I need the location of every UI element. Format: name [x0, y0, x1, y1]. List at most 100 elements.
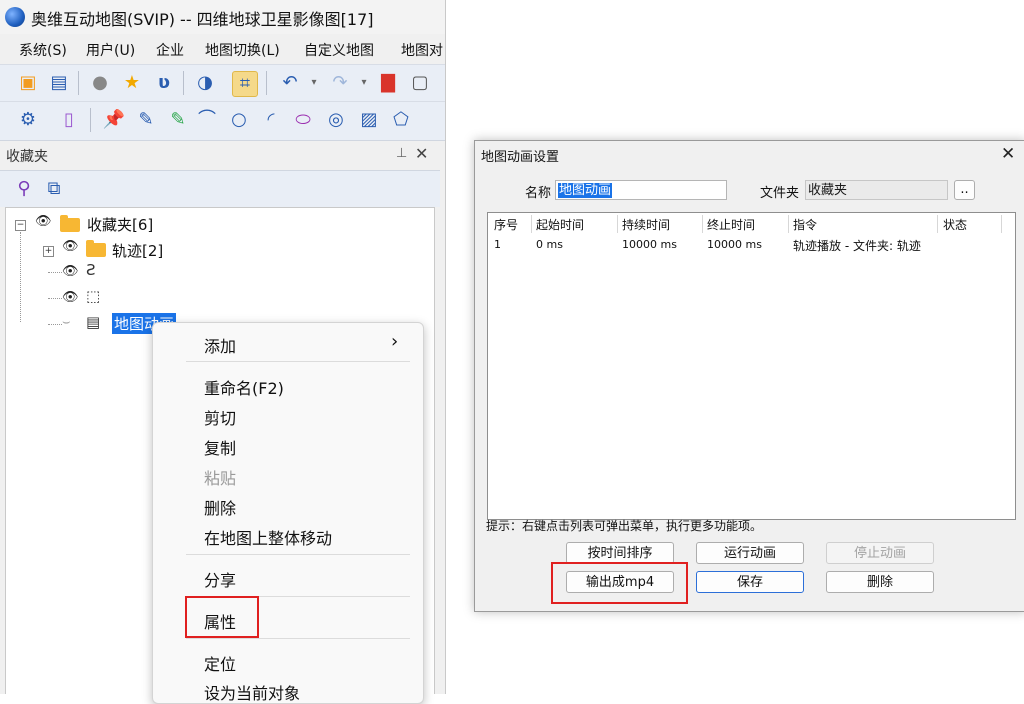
cell-start-time: 0 ms [536, 238, 563, 251]
folder-icon [86, 240, 106, 257]
menu-set-current[interactable]: 设为当前对象 [204, 680, 300, 704]
menu-map-switch[interactable]: 地图切换(L) [205, 40, 280, 60]
animation-item-icon: ▤ [86, 313, 101, 331]
menu-enterprise[interactable]: 企业 [156, 40, 184, 60]
shape-item-icon[interactable]: ⬚ [86, 287, 100, 305]
tree-root-label[interactable]: 收藏夹[6] [87, 214, 153, 235]
name-field-value: 地图动画 [558, 183, 613, 198]
column-header[interactable]: 起始时间 [536, 216, 584, 233]
search-icon[interactable]: ⚲ [12, 177, 36, 201]
column-divider[interactable] [788, 215, 789, 233]
redo-dropdown-icon[interactable]: ▾ [352, 71, 376, 95]
rectangle-icon[interactable]: ▨ [357, 108, 381, 132]
polyline-icon[interactable]: ⌒ [195, 108, 219, 132]
undo-dropdown-icon[interactable]: ▾ [302, 71, 326, 95]
hidden-eye-icon[interactable]: ⌣ [62, 315, 71, 330]
menu-separator [186, 361, 410, 362]
close-icon[interactable]: ✕ [415, 144, 428, 163]
menu-paste: 粘贴 [204, 469, 237, 488]
polygon-icon[interactable]: ⬠ [389, 108, 413, 132]
visible-eye-icon[interactable]: 👁 [62, 264, 79, 279]
column-divider[interactable] [531, 215, 532, 233]
track-icon[interactable]: ʋ [152, 71, 176, 95]
circle-icon[interactable]: ○ [227, 108, 251, 132]
run-animation-button[interactable]: 运行动画 [696, 542, 804, 564]
cell-duration: 10000 ms [622, 238, 677, 251]
column-divider[interactable] [617, 215, 618, 233]
crop-icon[interactable]: ⌗ [232, 71, 258, 97]
toolbar-separator [90, 108, 91, 132]
collapse-icon[interactable]: − [15, 220, 26, 231]
tree-folder-label[interactable]: 轨迹[2] [112, 240, 163, 261]
favorites-panel-header: 收藏夹 ⊥ ✕ [0, 141, 440, 169]
menu-add[interactable]: 添加 [204, 333, 236, 357]
menu-map-more[interactable]: 地图对 [401, 40, 443, 60]
save-button[interactable]: 保存 [696, 571, 804, 593]
save-icon[interactable]: ▤ [47, 71, 71, 95]
menu-cut[interactable]: 剪切 [204, 405, 236, 429]
cell-index: 1 [494, 238, 501, 251]
new-icon[interactable]: ▣ [16, 71, 40, 95]
menu-separator [186, 638, 410, 639]
menu-copy[interactable]: 复制 [204, 435, 236, 459]
delete-button[interactable]: 删除 [826, 571, 934, 593]
column-divider[interactable] [1001, 215, 1002, 233]
visible-eye-icon[interactable]: 👁 [62, 290, 79, 305]
menu-system[interactable]: 系统(S) [19, 40, 67, 60]
column-divider[interactable] [937, 215, 938, 233]
column-divider[interactable] [702, 215, 703, 233]
close-icon[interactable]: ✕ [1001, 144, 1015, 164]
pin-blue-icon[interactable]: ✎ [134, 108, 158, 132]
star-icon[interactable]: ★ [120, 71, 144, 95]
tree-line [48, 298, 62, 300]
visible-eye-icon[interactable]: 👁 [62, 239, 79, 254]
arc-icon[interactable]: ◜ [259, 108, 283, 132]
tree-line [48, 324, 62, 326]
column-header[interactable]: 终止时间 [707, 216, 755, 233]
redo-icon[interactable]: ↷ [328, 71, 352, 95]
pin-yellow-icon[interactable]: 📌 [102, 108, 126, 132]
main-toolbar: ▣ ▤ ● ★ ʋ ◑ ⌗ ↶ ▾ ↷ ▾ ▇ ▢ [0, 64, 445, 102]
sort-by-time-button[interactable]: 按时间排序 [566, 542, 674, 564]
command-list[interactable]: 序号 起始时间 持续时间 终止时间 指令 状态 1 0 ms 10000 ms … [487, 212, 1016, 520]
name-field[interactable]: 地图动画 [555, 180, 727, 200]
folder-field: 收藏夹 [805, 180, 948, 200]
column-header[interactable]: 持续时间 [622, 216, 670, 233]
users-icon[interactable]: ● [88, 71, 112, 95]
browse-folder-button[interactable]: .. [954, 180, 975, 200]
context-menu: 添加 › 重命名(F2) 剪切 复制 粘贴 删除 在地图上整体移动 分享 属性 … [152, 322, 424, 704]
track-item-icon[interactable]: Ƨ [86, 261, 96, 279]
menu-locate[interactable]: 定位 [204, 651, 236, 675]
expand-icon[interactable]: + [43, 246, 54, 257]
menu-custom-map[interactable]: 自定义地图 [304, 40, 374, 60]
pin-green-icon[interactable]: ✎ [166, 108, 190, 132]
title-bar: 奥维互动地图(SVIP) -- 四维地球卫星影像图[17] [0, 0, 445, 34]
copy-window-icon[interactable]: ⧉ [42, 177, 66, 201]
submenu-arrow-icon: › [391, 331, 399, 352]
select-box-icon[interactable]: ▢ [408, 71, 432, 95]
name-label: 名称 [525, 186, 552, 201]
hint-text: 提示：右键点击列表可弹出菜单，执行更多功能项。 [486, 519, 763, 533]
undo-icon[interactable]: ↶ [278, 71, 302, 95]
column-header[interactable]: 指令 [793, 216, 817, 233]
column-header[interactable]: 状态 [943, 216, 967, 233]
pin-icon[interactable]: ⊥ [396, 146, 407, 161]
page-icon[interactable]: ▯ [57, 108, 81, 132]
stop-animation-button: 停止动画 [826, 542, 934, 564]
3d-icon[interactable]: ◑ [193, 71, 217, 95]
delete-icon[interactable]: ▇ [376, 71, 400, 95]
visible-eye-icon[interactable]: 👁 [35, 214, 52, 229]
menu-rename[interactable]: 重命名(F2) [204, 375, 284, 399]
column-header[interactable]: 序号 [494, 216, 518, 233]
menu-user[interactable]: 用户(U) [86, 40, 135, 60]
menu-delete[interactable]: 删除 [204, 495, 236, 519]
ellipse-icon[interactable]: ⬭ [291, 108, 315, 132]
menu-share[interactable]: 分享 [204, 567, 236, 591]
menu-move-on-map[interactable]: 在地图上整体移动 [204, 525, 332, 549]
export-highlight-box [551, 562, 688, 604]
settings-icon[interactable]: ⚙ [16, 108, 40, 132]
app-logo-icon [5, 7, 25, 27]
toolbar-separator [183, 71, 184, 95]
dialog-title: 地图动画设置 [481, 150, 560, 165]
disc-icon[interactable]: ◎ [324, 108, 348, 132]
